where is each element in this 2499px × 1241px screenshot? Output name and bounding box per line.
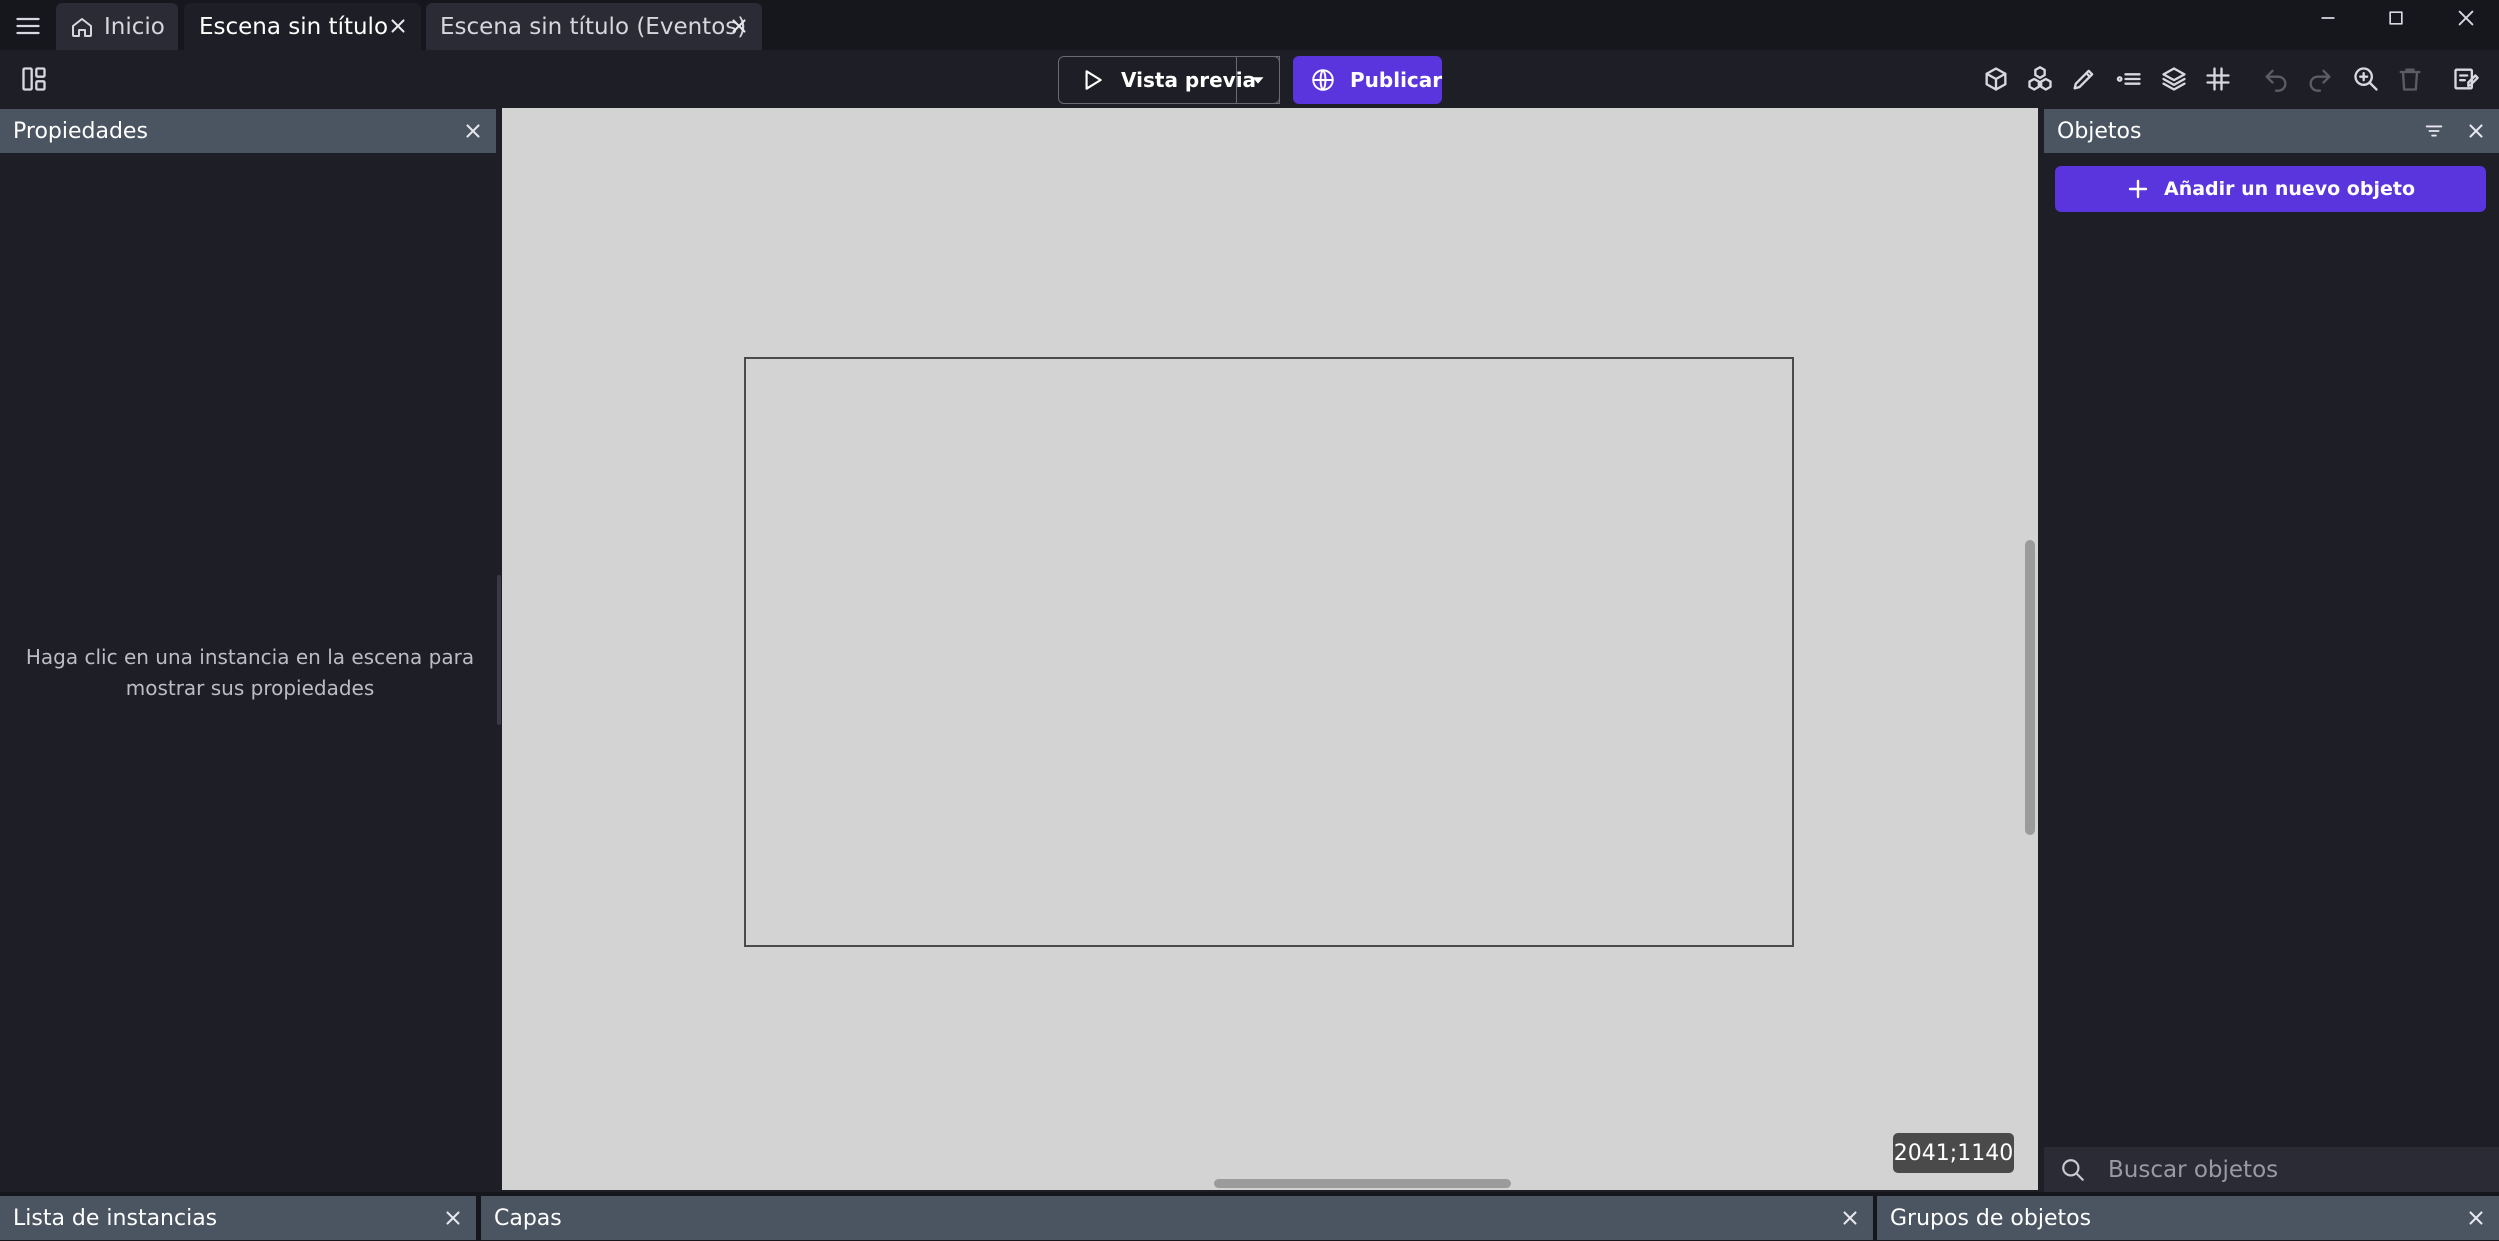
properties-hint: Haga clic en una instancia en la escena … (25, 645, 475, 700)
object-groups-icon[interactable] (2022, 61, 2058, 97)
grid-hashtag-icon[interactable] (2200, 61, 2236, 97)
close-icon[interactable] (462, 120, 484, 142)
close-icon[interactable] (2465, 1207, 2487, 1229)
close-icon[interactable] (387, 15, 409, 37)
search-icon (2060, 1157, 2086, 1183)
tab-label: Escena sin título (199, 13, 389, 40)
hamburger-menu-icon[interactable] (10, 8, 46, 44)
objects-panel-header: Objetos (2044, 109, 2499, 153)
horizontal-scrollbar[interactable] (1214, 1179, 1511, 1188)
panel-title: Capas (494, 1205, 562, 1231)
close-icon[interactable] (728, 15, 750, 37)
game-area-bounds (744, 357, 1794, 947)
globe-icon (1310, 67, 1336, 93)
tab-label: Inicio (104, 13, 165, 40)
publish-label: Publicar (1350, 68, 1443, 92)
layers-panel-header: Capas (481, 1196, 1873, 1240)
trash-icon[interactable] (2392, 61, 2428, 97)
caret-down-icon (1252, 77, 1264, 84)
window-close-icon[interactable] (2448, 0, 2484, 36)
panels-layout-icon[interactable] (16, 61, 52, 97)
object-groups-panel-header: Grupos de objetos (1877, 1196, 2499, 1240)
tab-label: Escena sin título (Eventos) (440, 13, 747, 40)
edit-scene-icon[interactable] (2448, 61, 2484, 97)
plus-icon (2126, 177, 2150, 201)
panel-title: Grupos de objetos (1890, 1205, 2092, 1231)
zoom-icon[interactable] (2348, 61, 2384, 97)
undo-icon[interactable] (2258, 61, 2294, 97)
resize-handle[interactable] (497, 575, 501, 725)
play-icon (1079, 67, 1105, 93)
panel-title: Propiedades (13, 118, 148, 144)
add-object-button[interactable]: Añadir un nuevo objeto (2055, 166, 2486, 212)
vertical-scrollbar[interactable] (2025, 540, 2035, 835)
home-icon (70, 15, 94, 39)
object-cube-icon[interactable] (1978, 61, 2014, 97)
panel-title: Objetos (2057, 118, 2142, 144)
tab-inicio[interactable]: Inicio (56, 3, 178, 50)
object-search-box (2044, 1147, 2499, 1192)
tab-scene[interactable]: Escena sin título (184, 3, 421, 50)
search-input[interactable] (2106, 1155, 2470, 1184)
add-object-label: Añadir un nuevo objeto (2164, 178, 2415, 200)
redo-icon[interactable] (2302, 61, 2338, 97)
tab-scene-events[interactable]: Escena sin título (Eventos) (426, 3, 762, 50)
close-icon[interactable] (442, 1207, 464, 1229)
layers-icon[interactable] (2156, 61, 2192, 97)
minimize-icon[interactable] (2310, 0, 2346, 36)
pencil-icon[interactable] (2066, 61, 2102, 97)
maximize-icon[interactable] (2378, 0, 2414, 36)
close-icon[interactable] (1839, 1207, 1861, 1229)
instances-panel-header: Lista de instancias (0, 1196, 476, 1240)
filter-icon[interactable] (2423, 120, 2445, 142)
preview-options-button[interactable] (1236, 56, 1280, 104)
properties-list-icon[interactable] (2111, 61, 2147, 97)
publish-button[interactable]: Publicar (1293, 56, 1442, 104)
cursor-coordinates: 2041;1140 (1893, 1133, 2014, 1173)
close-icon[interactable] (2465, 120, 2487, 142)
properties-panel-header: Propiedades (0, 109, 496, 153)
panel-title: Lista de instancias (13, 1205, 218, 1231)
